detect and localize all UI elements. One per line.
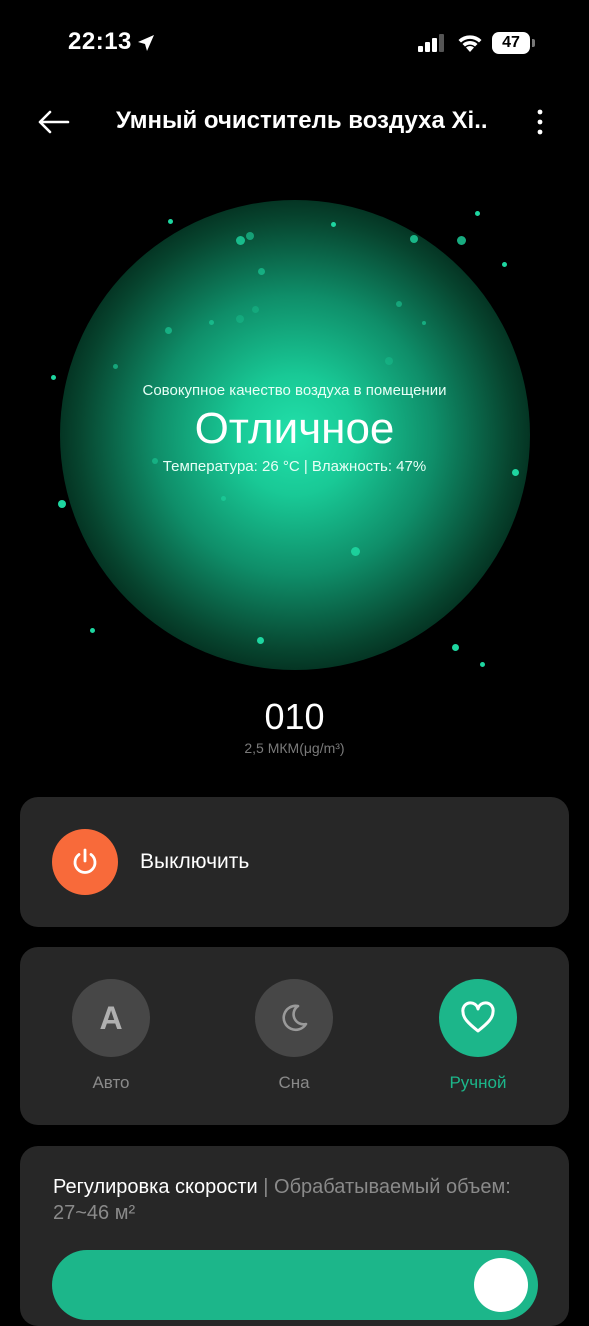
power-card: Выключить [20, 797, 569, 927]
letter-a-icon: A [99, 1000, 123, 1036]
location-arrow-icon [138, 35, 154, 51]
mode-manual-label: Ручной [449, 1073, 507, 1092]
battery-icon: 47 [492, 32, 536, 54]
speed-card: Регулировка скорости | Обрабатываемый об… [20, 1146, 569, 1326]
air-quality-label: Совокупное качество воздуха в помещении [142, 382, 447, 399]
particle [257, 637, 264, 644]
particle [113, 364, 118, 369]
particle [209, 320, 214, 325]
mode-sleep[interactable]: Сна [254, 979, 334, 1093]
modes-card: A Авто Сна Ручной [20, 947, 569, 1125]
speed-title: Регулировка скорости [53, 1176, 258, 1198]
particle [165, 327, 172, 334]
particle [246, 232, 254, 240]
air-quality-hero: Совокупное качество воздуха в помещении … [0, 160, 589, 680]
status-time: 22:13 [68, 28, 132, 55]
particle [58, 500, 66, 508]
particle [236, 315, 244, 323]
header: Умный очиститель воздуха Xi... [0, 92, 589, 152]
status-bar: 22:13 47 [0, 0, 589, 88]
particle [396, 301, 402, 307]
mode-manual[interactable]: Ручной [438, 979, 518, 1093]
heart-icon [461, 1001, 495, 1033]
mode-sleep-button[interactable] [255, 979, 333, 1057]
signal-icon [418, 34, 444, 52]
pm25-unit: 2,5 МКМ(μg/m³) [244, 740, 345, 756]
air-quality-value: Отличное [194, 404, 395, 453]
temperature-humidity: Температура: 26 °C | Влажность: 47% [162, 458, 427, 475]
mode-auto[interactable]: A Авто [71, 979, 151, 1093]
power-label[interactable]: Выключить [140, 850, 249, 874]
particle [422, 321, 426, 325]
particle [480, 662, 485, 667]
particle [331, 222, 336, 227]
particle [221, 496, 226, 501]
power-button[interactable] [52, 829, 118, 895]
particle [236, 236, 245, 245]
particle [51, 375, 56, 380]
particle [452, 644, 459, 651]
particle [385, 357, 393, 365]
page-title: Умный очиститель воздуха Xi... [116, 107, 486, 134]
particle [457, 236, 466, 245]
moon-icon [282, 1004, 308, 1032]
mode-manual-button[interactable] [439, 979, 517, 1057]
more-vertical-icon[interactable] [528, 104, 552, 140]
arrow-left-icon[interactable] [34, 102, 74, 142]
wifi-icon [458, 35, 482, 52]
speed-heading: Регулировка скорости | Обрабатываемый об… [53, 1174, 523, 1226]
mode-auto-button[interactable]: A [72, 979, 150, 1057]
particle [351, 547, 360, 556]
mode-auto-label: Авто [92, 1073, 130, 1092]
particle [168, 219, 173, 224]
particle [502, 262, 507, 267]
pm25-value: 010 [264, 696, 325, 737]
mode-sleep-label: Сна [278, 1073, 310, 1092]
particle [258, 268, 265, 275]
power-icon [73, 848, 97, 874]
particle [252, 306, 259, 313]
battery-level: 47 [492, 32, 530, 54]
particle [410, 235, 418, 243]
speed-slider[interactable] [52, 1250, 538, 1320]
particle [90, 628, 95, 633]
particle [475, 211, 480, 216]
speed-slider-knob[interactable] [474, 1258, 528, 1312]
speed-separator: | [257, 1176, 275, 1198]
